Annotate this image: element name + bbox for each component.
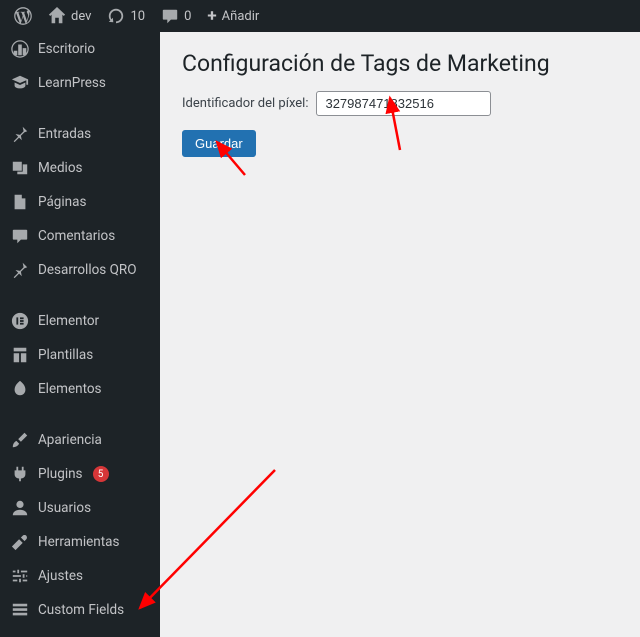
comments-count: 0 [184, 9, 191, 24]
media-icon [10, 158, 30, 178]
sidebar-item-users[interactable]: Usuarios [0, 491, 160, 525]
main-content: Configuración de Tags de Marketing Ident… [160, 32, 640, 637]
templates-icon [10, 345, 30, 365]
comments-icon [10, 226, 30, 246]
sidebar-item-elementor[interactable]: Elementor [0, 304, 160, 338]
sidebar-item-dashboard[interactable]: Escritorio [0, 32, 160, 66]
sidebar-separator [0, 412, 160, 417]
pin-icon [10, 260, 30, 280]
home-icon [48, 7, 66, 25]
sidebar-item-label: Plantillas [38, 347, 93, 363]
sidebar-item-label: Ajustes [38, 568, 83, 584]
sidebar-separator [0, 633, 160, 637]
sidebar-item-label: Comentarios [38, 228, 115, 244]
sidebar-item-desarrollos[interactable]: Desarrollos QRO [0, 253, 160, 287]
pixel-id-row: Identificador del píxel: [182, 91, 618, 116]
sidebar-item-settings[interactable]: Ajustes [0, 559, 160, 593]
updates-link[interactable]: 10 [99, 0, 153, 32]
sidebar-item-learnpress[interactable]: LearnPress [0, 66, 160, 100]
sidebar-item-label: Apariencia [38, 432, 102, 448]
plugin-update-badge: 5 [93, 466, 109, 482]
pixel-id-input[interactable] [316, 91, 491, 116]
sidebar-item-templates[interactable]: Plantillas [0, 338, 160, 372]
site-name-link[interactable]: dev [40, 0, 99, 32]
wordpress-icon [14, 7, 32, 25]
update-icon [107, 7, 125, 25]
sidebar-item-elements[interactable]: Elementos [0, 372, 160, 406]
fields-icon [10, 600, 30, 620]
new-content-link[interactable]: + Añadir [199, 0, 267, 32]
sidebar-item-label: Custom Fields [38, 602, 124, 618]
comment-icon [161, 7, 179, 25]
pixel-id-label: Identificador del píxel: [182, 96, 308, 111]
sidebar-item-label: Usuarios [38, 500, 91, 516]
sidebar-separator [0, 106, 160, 111]
sidebar-item-label: Elementos [38, 381, 102, 397]
sidebar-item-label: Páginas [38, 194, 86, 210]
sidebar-item-label: Plugins [38, 466, 83, 482]
sidebar-item-appearance[interactable]: Apariencia [0, 423, 160, 457]
sidebar-item-media[interactable]: Medios [0, 151, 160, 185]
page-title: Configuración de Tags de Marketing [182, 50, 618, 77]
wp-logo[interactable] [6, 0, 40, 32]
plus-icon: + [207, 8, 216, 25]
admin-sidebar: Escritorio LearnPress Entradas Medios Pá… [0, 32, 160, 637]
brush-icon [10, 430, 30, 450]
sidebar-item-plugins[interactable]: Plugins 5 [0, 457, 160, 491]
graduation-icon [10, 73, 30, 93]
new-content-label: Añadir [222, 9, 260, 24]
sidebar-item-custom-fields[interactable]: Custom Fields [0, 593, 160, 627]
sidebar-item-posts[interactable]: Entradas [0, 117, 160, 151]
elementor-icon [10, 311, 30, 331]
dashboard-icon [10, 39, 30, 59]
sidebar-separator [0, 293, 160, 298]
wrench-icon [10, 532, 30, 552]
admin-bar: dev 10 0 + Añadir [0, 0, 640, 32]
sidebar-item-label: LearnPress [38, 75, 106, 91]
sidebar-item-pages[interactable]: Páginas [0, 185, 160, 219]
site-name-label: dev [71, 9, 91, 24]
sidebar-item-label: Medios [38, 160, 83, 176]
sidebar-item-label: Entradas [38, 126, 91, 142]
pin-icon [10, 124, 30, 144]
page-icon [10, 192, 30, 212]
elements-icon [10, 379, 30, 399]
comments-link[interactable]: 0 [153, 0, 199, 32]
sidebar-item-label: Desarrollos QRO [38, 262, 137, 278]
sidebar-item-label: Escritorio [38, 41, 95, 57]
plugin-icon [10, 464, 30, 484]
sidebar-item-comments[interactable]: Comentarios [0, 219, 160, 253]
sliders-icon [10, 566, 30, 586]
updates-count: 10 [130, 9, 145, 24]
save-button[interactable]: Guardar [182, 130, 256, 157]
user-icon [10, 498, 30, 518]
sidebar-item-tools[interactable]: Herramientas [0, 525, 160, 559]
sidebar-item-label: Elementor [38, 313, 99, 329]
sidebar-item-label: Herramientas [38, 534, 119, 550]
